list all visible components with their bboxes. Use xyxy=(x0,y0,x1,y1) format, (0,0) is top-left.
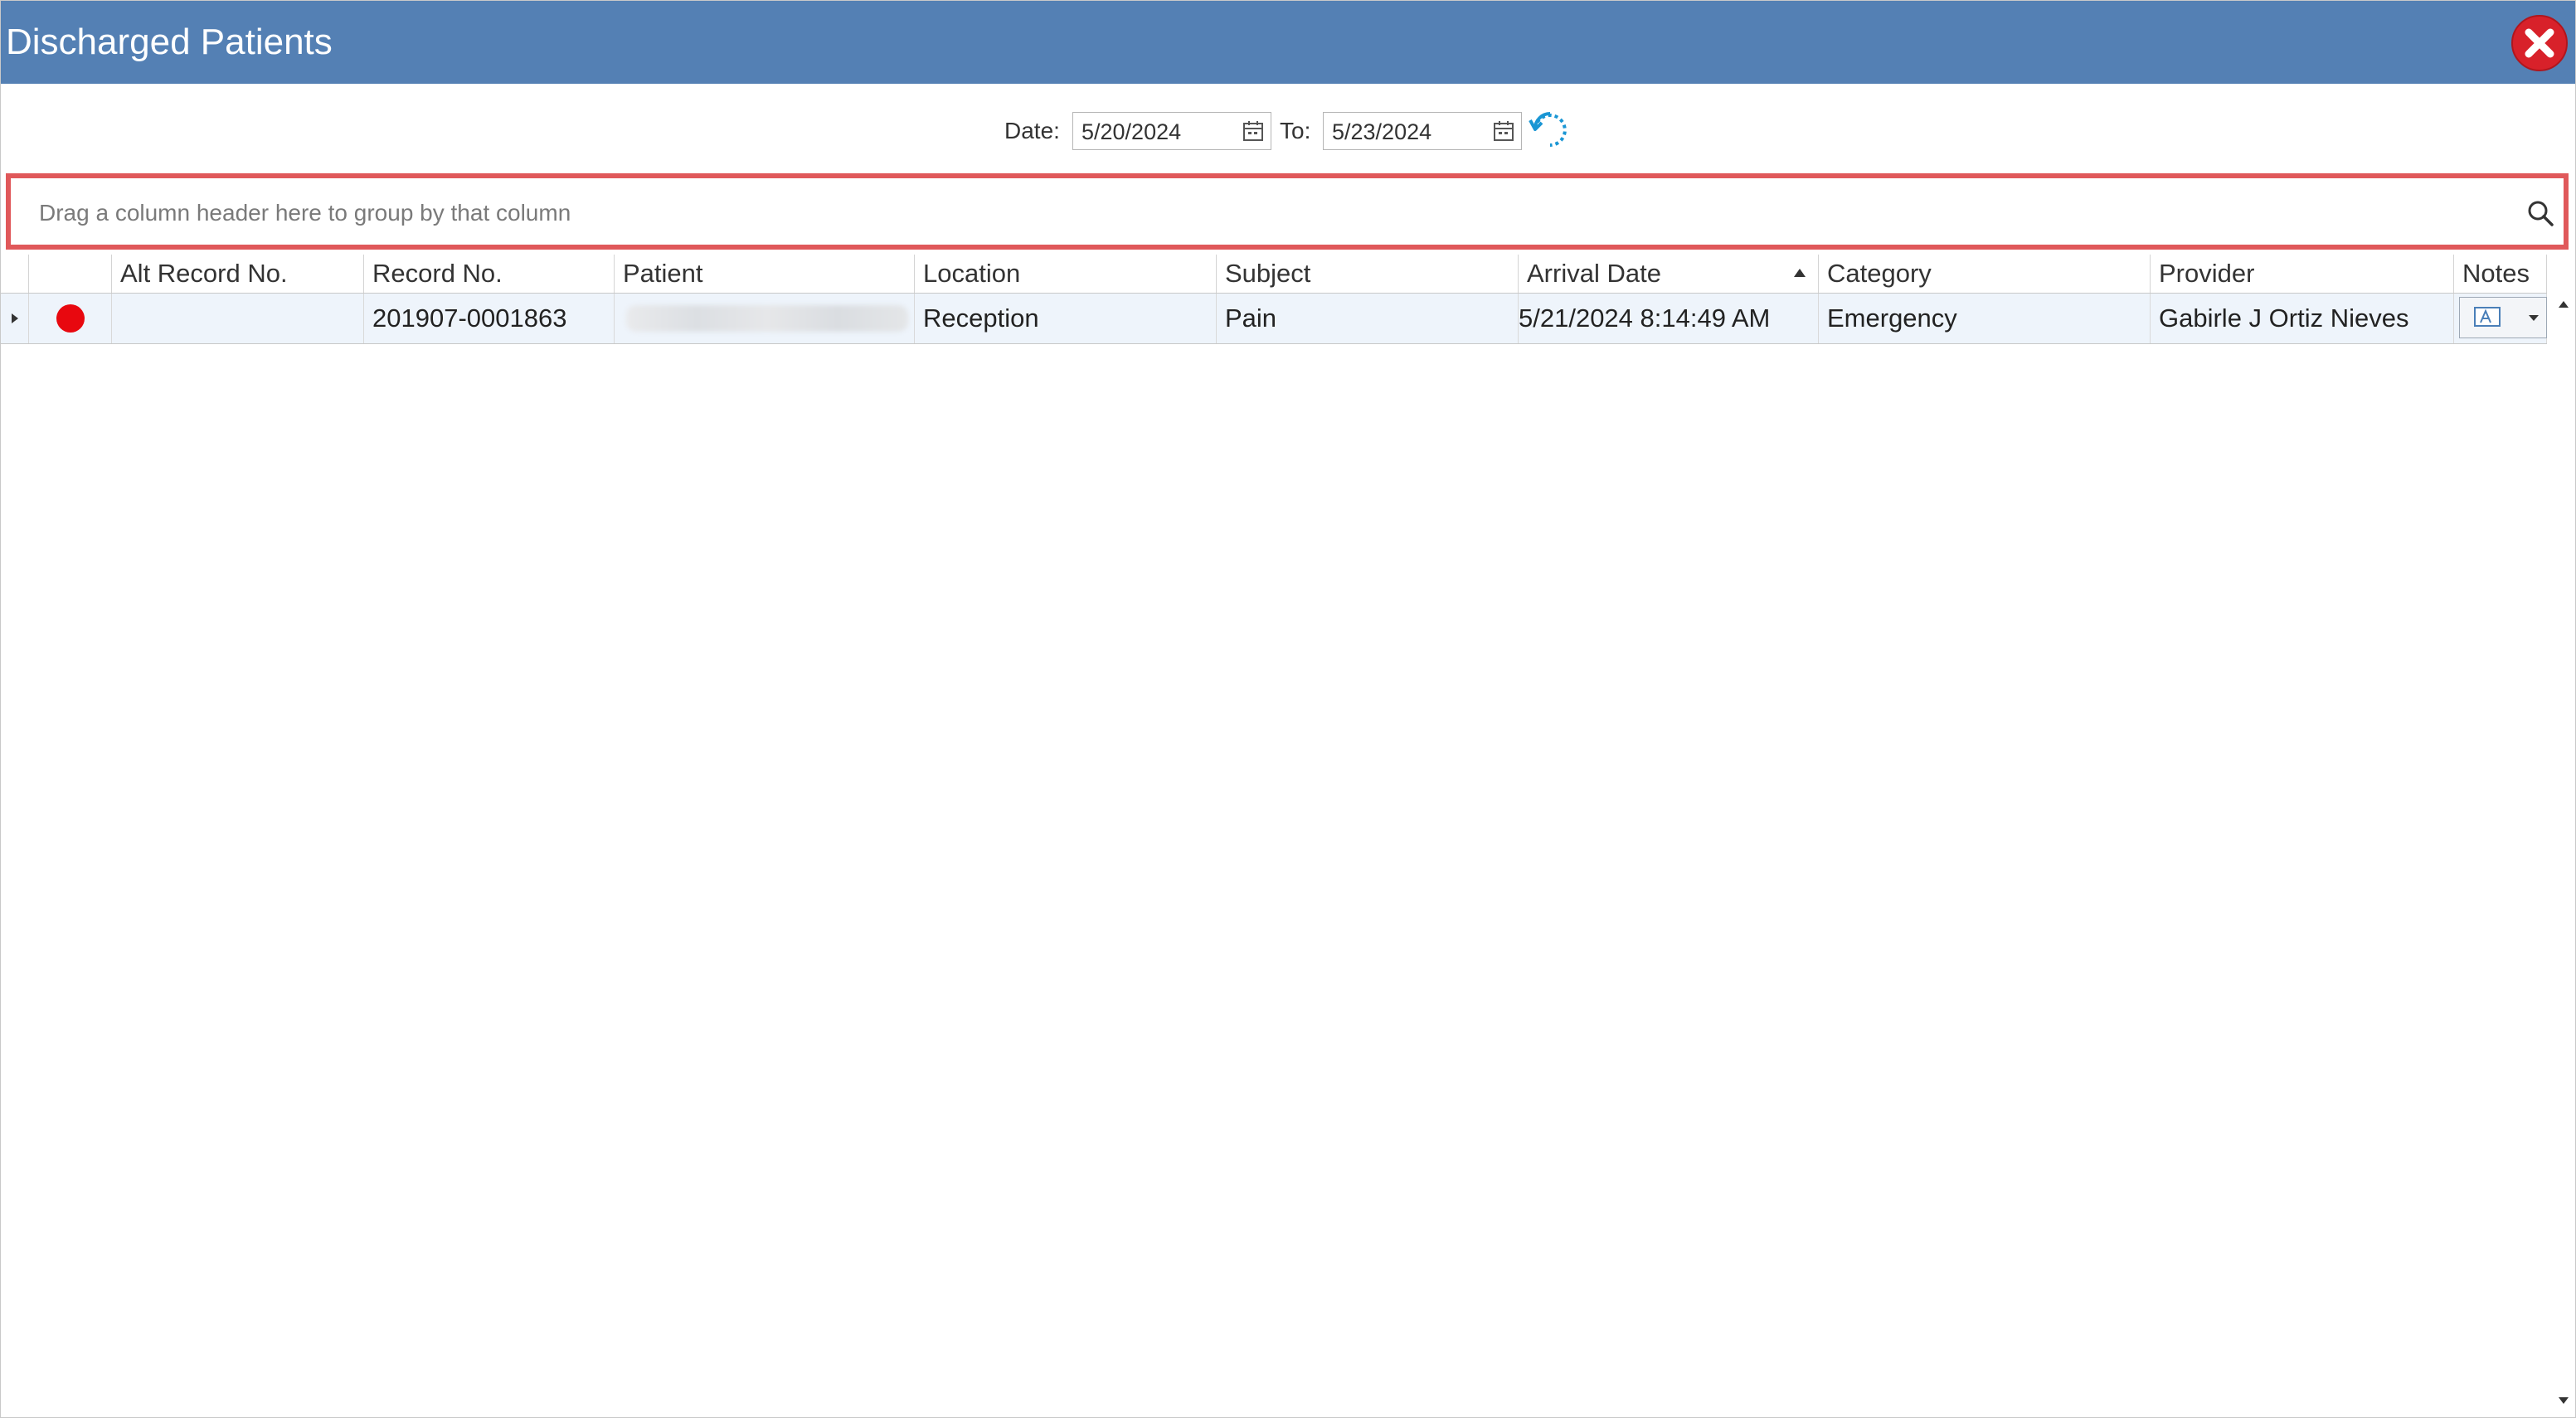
vertical-scrollbar[interactable] xyxy=(2554,296,2574,1416)
expand-arrow-icon[interactable] xyxy=(11,313,19,324)
column-header-label: Location xyxy=(923,259,1021,288)
row-indicator-header xyxy=(1,255,29,293)
table-row[interactable]: 201907-0001863 Reception Pain 5/21/2024 … xyxy=(1,294,2547,344)
scroll-down-icon[interactable] xyxy=(2557,1396,2570,1406)
to-label: To: xyxy=(1280,118,1311,143)
alt-record-no-cell[interactable] xyxy=(112,294,364,343)
patient-cell[interactable] xyxy=(615,294,915,343)
record-no-cell[interactable]: 201907-0001863 xyxy=(364,294,615,343)
from-date-value[interactable]: 5/20/2024 xyxy=(1081,119,1181,144)
to-date-picker[interactable]: 5/23/2024 xyxy=(1323,112,1522,150)
refresh-icon[interactable] xyxy=(1527,107,1573,153)
subject-value: Pain xyxy=(1225,304,1277,333)
from-date-picker[interactable]: 5/20/2024 xyxy=(1072,112,1271,150)
group-by-hint: Drag a column header here to group by th… xyxy=(39,200,571,226)
column-header-label: Patient xyxy=(623,259,703,288)
arrival-date-cell[interactable]: 5/21/2024 8:14:49 AM xyxy=(1519,294,1819,343)
column-header-label: Category xyxy=(1827,259,1932,288)
column-header-label: Subject xyxy=(1225,259,1311,288)
column-header-notes[interactable]: Notes xyxy=(2454,255,2547,293)
column-header-label: Alt Record No. xyxy=(120,259,288,288)
column-header-record-no[interactable]: Record No. xyxy=(364,255,615,293)
column-header-location[interactable]: Location xyxy=(915,255,1217,293)
status-indicator-icon xyxy=(56,304,85,333)
status-cell xyxy=(29,294,112,343)
column-header-subject[interactable]: Subject xyxy=(1217,255,1519,293)
calendar-icon[interactable] xyxy=(1493,120,1514,142)
group-by-panel[interactable]: Drag a column header here to group by th… xyxy=(6,173,2569,250)
date-label: Date: xyxy=(1004,118,1060,143)
notes-cell[interactable] xyxy=(2454,294,2547,343)
column-header-patient[interactable]: Patient xyxy=(615,255,915,293)
scroll-up-icon[interactable] xyxy=(2557,299,2570,309)
location-value: Reception xyxy=(923,304,1039,333)
grid-header: Alt Record No. Record No. Patient Locati… xyxy=(1,255,2547,294)
column-header-category[interactable]: Category xyxy=(1819,255,2151,293)
column-header-provider[interactable]: Provider xyxy=(2151,255,2454,293)
notes-text-icon[interactable] xyxy=(2473,306,2501,329)
subject-cell[interactable]: Pain xyxy=(1217,294,1519,343)
search-icon[interactable] xyxy=(2525,198,2555,228)
redacted-patient-name xyxy=(626,305,908,332)
column-header-arrival-date[interactable]: Arrival Date xyxy=(1519,255,1819,293)
category-cell[interactable]: Emergency xyxy=(1819,294,2151,343)
chevron-down-icon[interactable] xyxy=(2528,314,2540,323)
column-header-status[interactable] xyxy=(29,255,112,293)
provider-cell[interactable]: Gabirle J Ortiz Nieves xyxy=(2151,294,2454,343)
window-title: Discharged Patients xyxy=(6,22,333,62)
title-bar: Discharged Patients xyxy=(1,1,2575,84)
close-icon[interactable] xyxy=(2510,14,2569,72)
provider-value: Gabirle J Ortiz Nieves xyxy=(2159,304,2409,333)
to-date-value[interactable]: 5/23/2024 xyxy=(1332,119,1431,144)
sort-ascending-icon xyxy=(1794,269,1806,277)
column-header-label: Provider xyxy=(2159,259,2255,288)
column-header-label: Record No. xyxy=(372,259,503,288)
category-value: Emergency xyxy=(1827,304,1957,333)
notes-dropdown[interactable] xyxy=(2459,297,2547,338)
location-cell[interactable]: Reception xyxy=(915,294,1217,343)
column-header-label: Notes xyxy=(2462,259,2530,288)
calendar-icon[interactable] xyxy=(1242,120,1264,142)
discharged-patients-window: Discharged Patients Date: 5/20/2024 To: … xyxy=(0,0,2576,1418)
column-header-label: Arrival Date xyxy=(1527,259,1661,288)
column-header-alt-record-no[interactable]: Alt Record No. xyxy=(112,255,364,293)
discharged-patients-grid: Alt Record No. Record No. Patient Locati… xyxy=(1,255,2554,1414)
row-expander[interactable] xyxy=(1,294,29,343)
record-no-value: 201907-0001863 xyxy=(372,304,567,333)
date-filter-bar: Date: 5/20/2024 To: 5/23/2024 xyxy=(1,84,2575,173)
arrival-date-value: 5/21/2024 8:14:49 AM xyxy=(1519,304,1771,333)
